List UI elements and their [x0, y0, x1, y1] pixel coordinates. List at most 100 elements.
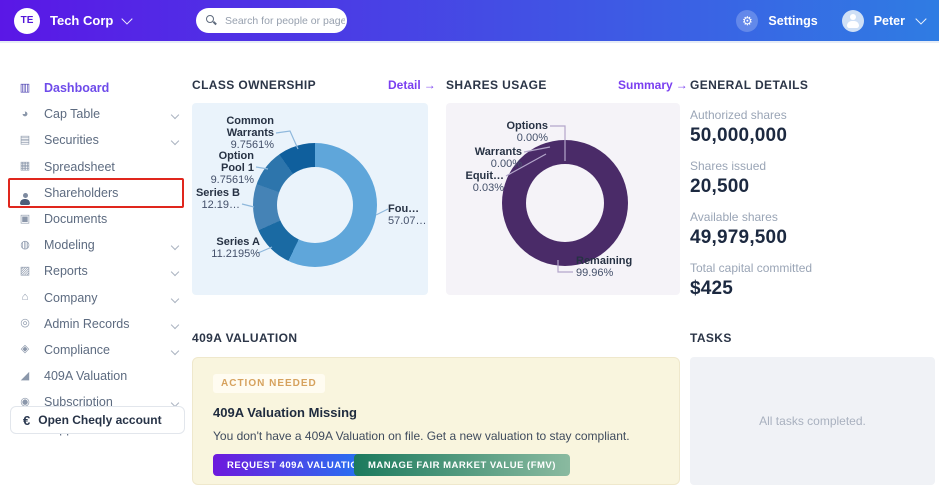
class-ownership-detail-link[interactable]: Detail →: [388, 78, 436, 92]
sidebar-item-spreadsheet[interactable]: ▦ Spreadsheet: [0, 154, 190, 180]
tasks-panel: All tasks completed.: [690, 357, 935, 485]
chevron-down-icon[interactable]: [170, 241, 180, 251]
sidebar-item-label: Securities: [44, 133, 99, 148]
chevron-down-icon[interactable]: [170, 137, 180, 146]
detail-label: Shares issued: [690, 159, 767, 173]
chevron-down-icon[interactable]: [170, 294, 180, 303]
segment-value: 9.7561%: [230, 139, 274, 151]
search-input[interactable]: [223, 13, 347, 28]
donut-segment-label: Series B 12.19…: [192, 187, 240, 211]
sidebar-item-label: Cap Table: [44, 107, 101, 122]
donut-segment-label: Fou… 57.07…: [388, 203, 428, 227]
lightbulb-icon: ◍: [20, 238, 30, 251]
general-details-row: Authorized shares 50,000,000: [690, 108, 936, 147]
building-icon: ⌂: [21, 291, 29, 304]
search-icon: [206, 15, 217, 26]
valuation-missing-heading: 409A Valuation Missing: [213, 405, 358, 420]
tasks-empty-message: All tasks completed.: [759, 414, 866, 428]
valuation-409a-title: 409A VALUATION: [192, 331, 298, 345]
general-details-title: GENERAL DETAILS: [690, 78, 809, 92]
segment-name: Warrants: [474, 146, 522, 158]
sidebar-item-admin-records[interactable]: ◎ Admin Records: [0, 311, 190, 337]
sidebar-item-label: Dashboard: [44, 81, 110, 96]
gear-icon[interactable]: ⚙: [736, 9, 759, 32]
folder-icon: ▣: [19, 212, 31, 225]
sidebar-item-cap-table[interactable]: ◕ Cap Table: [0, 101, 190, 127]
sidebar-item-dashboard[interactable]: ▥ Dashboard: [0, 75, 190, 101]
donut-segment-label: Series A 11.2195%: [198, 236, 260, 260]
sidebar-item-label: Admin Records: [44, 316, 130, 331]
segment-value: 0.00%: [516, 132, 548, 144]
donut-segment-label: Option Pool 1 9.7561%: [192, 150, 254, 186]
segment-name: Series B: [195, 187, 240, 199]
sidebar-item-modeling[interactable]: ◍ Modeling: [0, 232, 190, 258]
chevron-down-icon[interactable]: [170, 268, 180, 277]
sidebar-nav: ▥ Dashboard ◕ Cap Table ▤ Securities ▦ Spreadsh…: [0, 75, 190, 442]
segment-value: 0.00%: [490, 158, 522, 170]
shares-usage-summary-link[interactable]: Summary →: [618, 78, 688, 92]
cheqly-logo-icon: €: [23, 412, 31, 428]
sidebar-item-label: Reports: [44, 264, 88, 279]
general-details-row: Available shares 49,979,500: [690, 210, 936, 249]
company-avatar[interactable]: TE: [14, 7, 40, 34]
class-ownership-donut-chart[interactable]: [253, 143, 377, 267]
donut-segment-label: Equit… 0.03%: [446, 170, 505, 194]
detail-value: 20,500: [690, 176, 750, 197]
chevron-down-icon[interactable]: [915, 13, 927, 25]
user-avatar[interactable]: [841, 9, 864, 32]
open-account-label: Open Cheqly account: [38, 413, 162, 427]
cap-table-dashboard: TE Tech Corp ⚙ Settings Peter ▥ Dashboard…: [0, 0, 939, 491]
detail-label: Available shares: [690, 210, 778, 224]
class-ownership-panel: Fou… 57.07… Series A 11.2195% Series B 12.19……: [192, 103, 428, 295]
chevron-down-icon[interactable]: [121, 13, 133, 25]
records-icon: ◎: [20, 317, 30, 330]
chart-up-icon: ◢: [20, 369, 30, 382]
segment-value: 99.96%: [576, 267, 614, 279]
header-right: ⚙ Settings Peter: [736, 0, 927, 41]
general-details-row: Shares issued 20,500: [690, 159, 936, 198]
sidebar-item-reports[interactable]: ▨ Reports: [0, 258, 190, 284]
chevron-down-icon[interactable]: [170, 346, 180, 356]
report-icon: ▨: [19, 264, 31, 277]
shares-usage-title: SHARES USAGE: [446, 78, 547, 92]
sidebar-item-documents[interactable]: ▣ Documents: [0, 206, 190, 232]
company-name[interactable]: Tech Corp: [50, 13, 113, 28]
sidebar-item-label: Compliance: [44, 342, 111, 357]
segment-name: Option Pool 1: [218, 150, 254, 174]
chevron-down-icon[interactable]: [170, 320, 180, 329]
detail-value: 50,000,000: [690, 125, 788, 146]
sidebar: ▥ Dashboard ◕ Cap Table ▤ Securities ▦ Spreadsh…: [0, 43, 190, 491]
manage-fmv-button[interactable]: MANAGE FAIR MARKET VALUE (FMV): [354, 454, 570, 476]
donut-segment-label: Remaining 99.96%: [576, 255, 660, 279]
top-bar: TE Tech Corp ⚙ Settings Peter: [0, 0, 939, 41]
sidebar-item-shareholders[interactable]: Shareholders: [0, 177, 190, 208]
open-cheqly-account-button[interactable]: € Open Cheqly account: [10, 406, 185, 434]
segment-name: Remaining: [576, 255, 633, 267]
segment-name: Equit…: [465, 170, 505, 182]
shield-icon: ◈: [20, 343, 30, 356]
valuation-missing-body: You don't have a 409A Valuation on file.…: [213, 429, 630, 443]
valuation-409a-card: ACTION NEEDED 409A Valuation Missing You…: [192, 357, 680, 485]
donut-segment-label: Common Warrants 9.7561%: [196, 115, 274, 151]
sidebar-item-securities[interactable]: ▤ Securities: [0, 127, 190, 153]
user-name[interactable]: Peter: [874, 14, 905, 28]
action-needed-badge: ACTION NEEDED: [213, 374, 325, 393]
general-details-row: Total capital committed $425: [690, 261, 936, 300]
donut-segment-label: Options 0.00%: [476, 120, 548, 144]
sidebar-item-company[interactable]: ⌂ Company: [0, 285, 190, 311]
segment-value: 57.07…: [388, 215, 427, 227]
arrow-right-icon: →: [423, 78, 436, 92]
segment-value: 0.03%: [472, 182, 504, 194]
sidebar-item-compliance[interactable]: ◈ Compliance: [0, 337, 190, 363]
chevron-down-icon[interactable]: [170, 110, 180, 120]
detail-label: Authorized shares: [690, 108, 787, 122]
sidebar-item-label: Company: [44, 290, 98, 305]
pie-chart-icon: ◕: [21, 107, 29, 120]
arrow-right-icon: →: [675, 78, 688, 92]
segment-name: Common Warrants: [226, 115, 274, 139]
segment-name: Series A: [216, 236, 260, 248]
settings-button[interactable]: Settings: [768, 14, 817, 28]
sidebar-item-409a-valuation[interactable]: ◢ 409A Valuation: [0, 363, 190, 389]
sidebar-item-label: Spreadsheet: [44, 159, 115, 174]
search-bar[interactable]: [196, 8, 347, 33]
